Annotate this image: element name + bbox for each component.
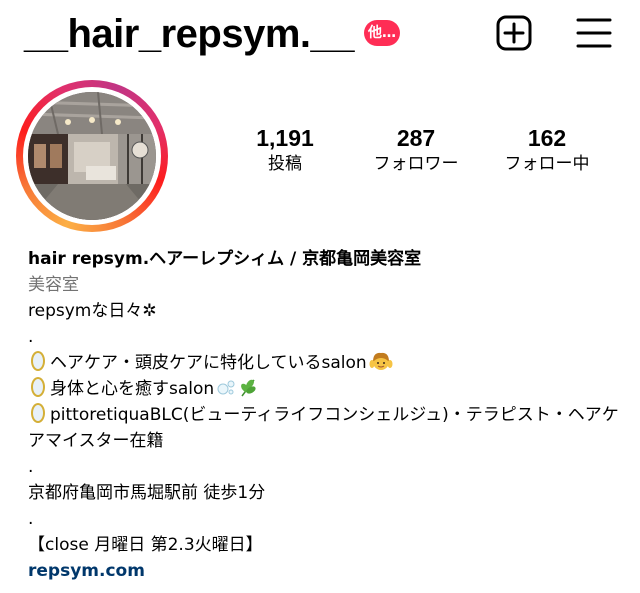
avatar (28, 92, 156, 220)
following-count[interactable]: 162 フォロー中 (477, 124, 617, 176)
mirror-icon (31, 351, 45, 371)
bio-line-2-text: ヘアケア・頭皮ケアに特化しているsalon (50, 353, 367, 373)
bio-dot-2: . (28, 457, 34, 477)
bio-line-1: repsymな日々✲ (28, 301, 157, 321)
salon-interior-photo (28, 92, 156, 220)
profile-header: __hair_repsym.__ 他… (0, 0, 640, 70)
bio-line-3-text: 身体と心を癒すsalon (50, 379, 215, 399)
bio-line-4-text: pittoretiquaBLC(ビューティライフコンシェルジュ)・テラピスト・ヘ… (28, 405, 619, 451)
following-count-value: 162 (527, 125, 567, 151)
hamburger-menu-icon (576, 18, 612, 48)
profile-display-name: hair repsym.ヘアーレプシィム / 京都亀岡美容室 (28, 249, 422, 269)
followers-count-label: フォロワー (373, 154, 459, 174)
following-count-label: フォロー中 (504, 154, 590, 174)
mirror-icon (31, 403, 45, 423)
mirror-icon (31, 377, 45, 397)
followers-count-value: 287 (396, 125, 436, 151)
notification-badge[interactable]: 他… (364, 20, 400, 46)
plus-square-icon (496, 15, 532, 51)
create-post-button[interactable] (496, 15, 532, 51)
posts-count[interactable]: 1,191 投稿 (215, 124, 355, 176)
herb-icon (241, 379, 256, 397)
bio-line-4: pittoretiquaBLC(ビューティライフコンシェルジュ)・テラピスト・ヘ… (28, 402, 628, 454)
woman-massage-icon (369, 352, 393, 370)
bio-line-2: ヘアケア・頭皮ケアに特化しているsalon (28, 350, 628, 376)
posts-count-value: 1,191 (256, 125, 314, 151)
bio-website-link[interactable]: repsym.com (28, 561, 145, 581)
profile-username[interactable]: __hair_repsym.__ (24, 8, 355, 60)
avatar-story-ring[interactable] (16, 80, 168, 232)
bio-dot-3: . (28, 509, 34, 529)
profile-stats: 1,191 投稿 287 フォロワー 162 フォロー中 (200, 124, 640, 184)
menu-button[interactable] (576, 16, 612, 50)
posts-count-label: 投稿 (268, 154, 302, 174)
bio-line-5: 京都府亀岡市馬堀駅前 徒歩1分 (28, 483, 266, 503)
bio-line-3: 身体と心を癒すsalon (28, 376, 628, 402)
bio-dot-1: . (28, 327, 34, 347)
profile-category: 美容室 (28, 275, 79, 295)
followers-count[interactable]: 287 フォロワー (346, 124, 486, 176)
bubbles-icon (217, 380, 235, 395)
bio-line-6: 【close 月曜日 第2.3火曜日】 (28, 535, 263, 555)
profile-bio: hair repsym.ヘアーレプシィム / 京都亀岡美容室 美容室 repsy… (28, 246, 628, 584)
